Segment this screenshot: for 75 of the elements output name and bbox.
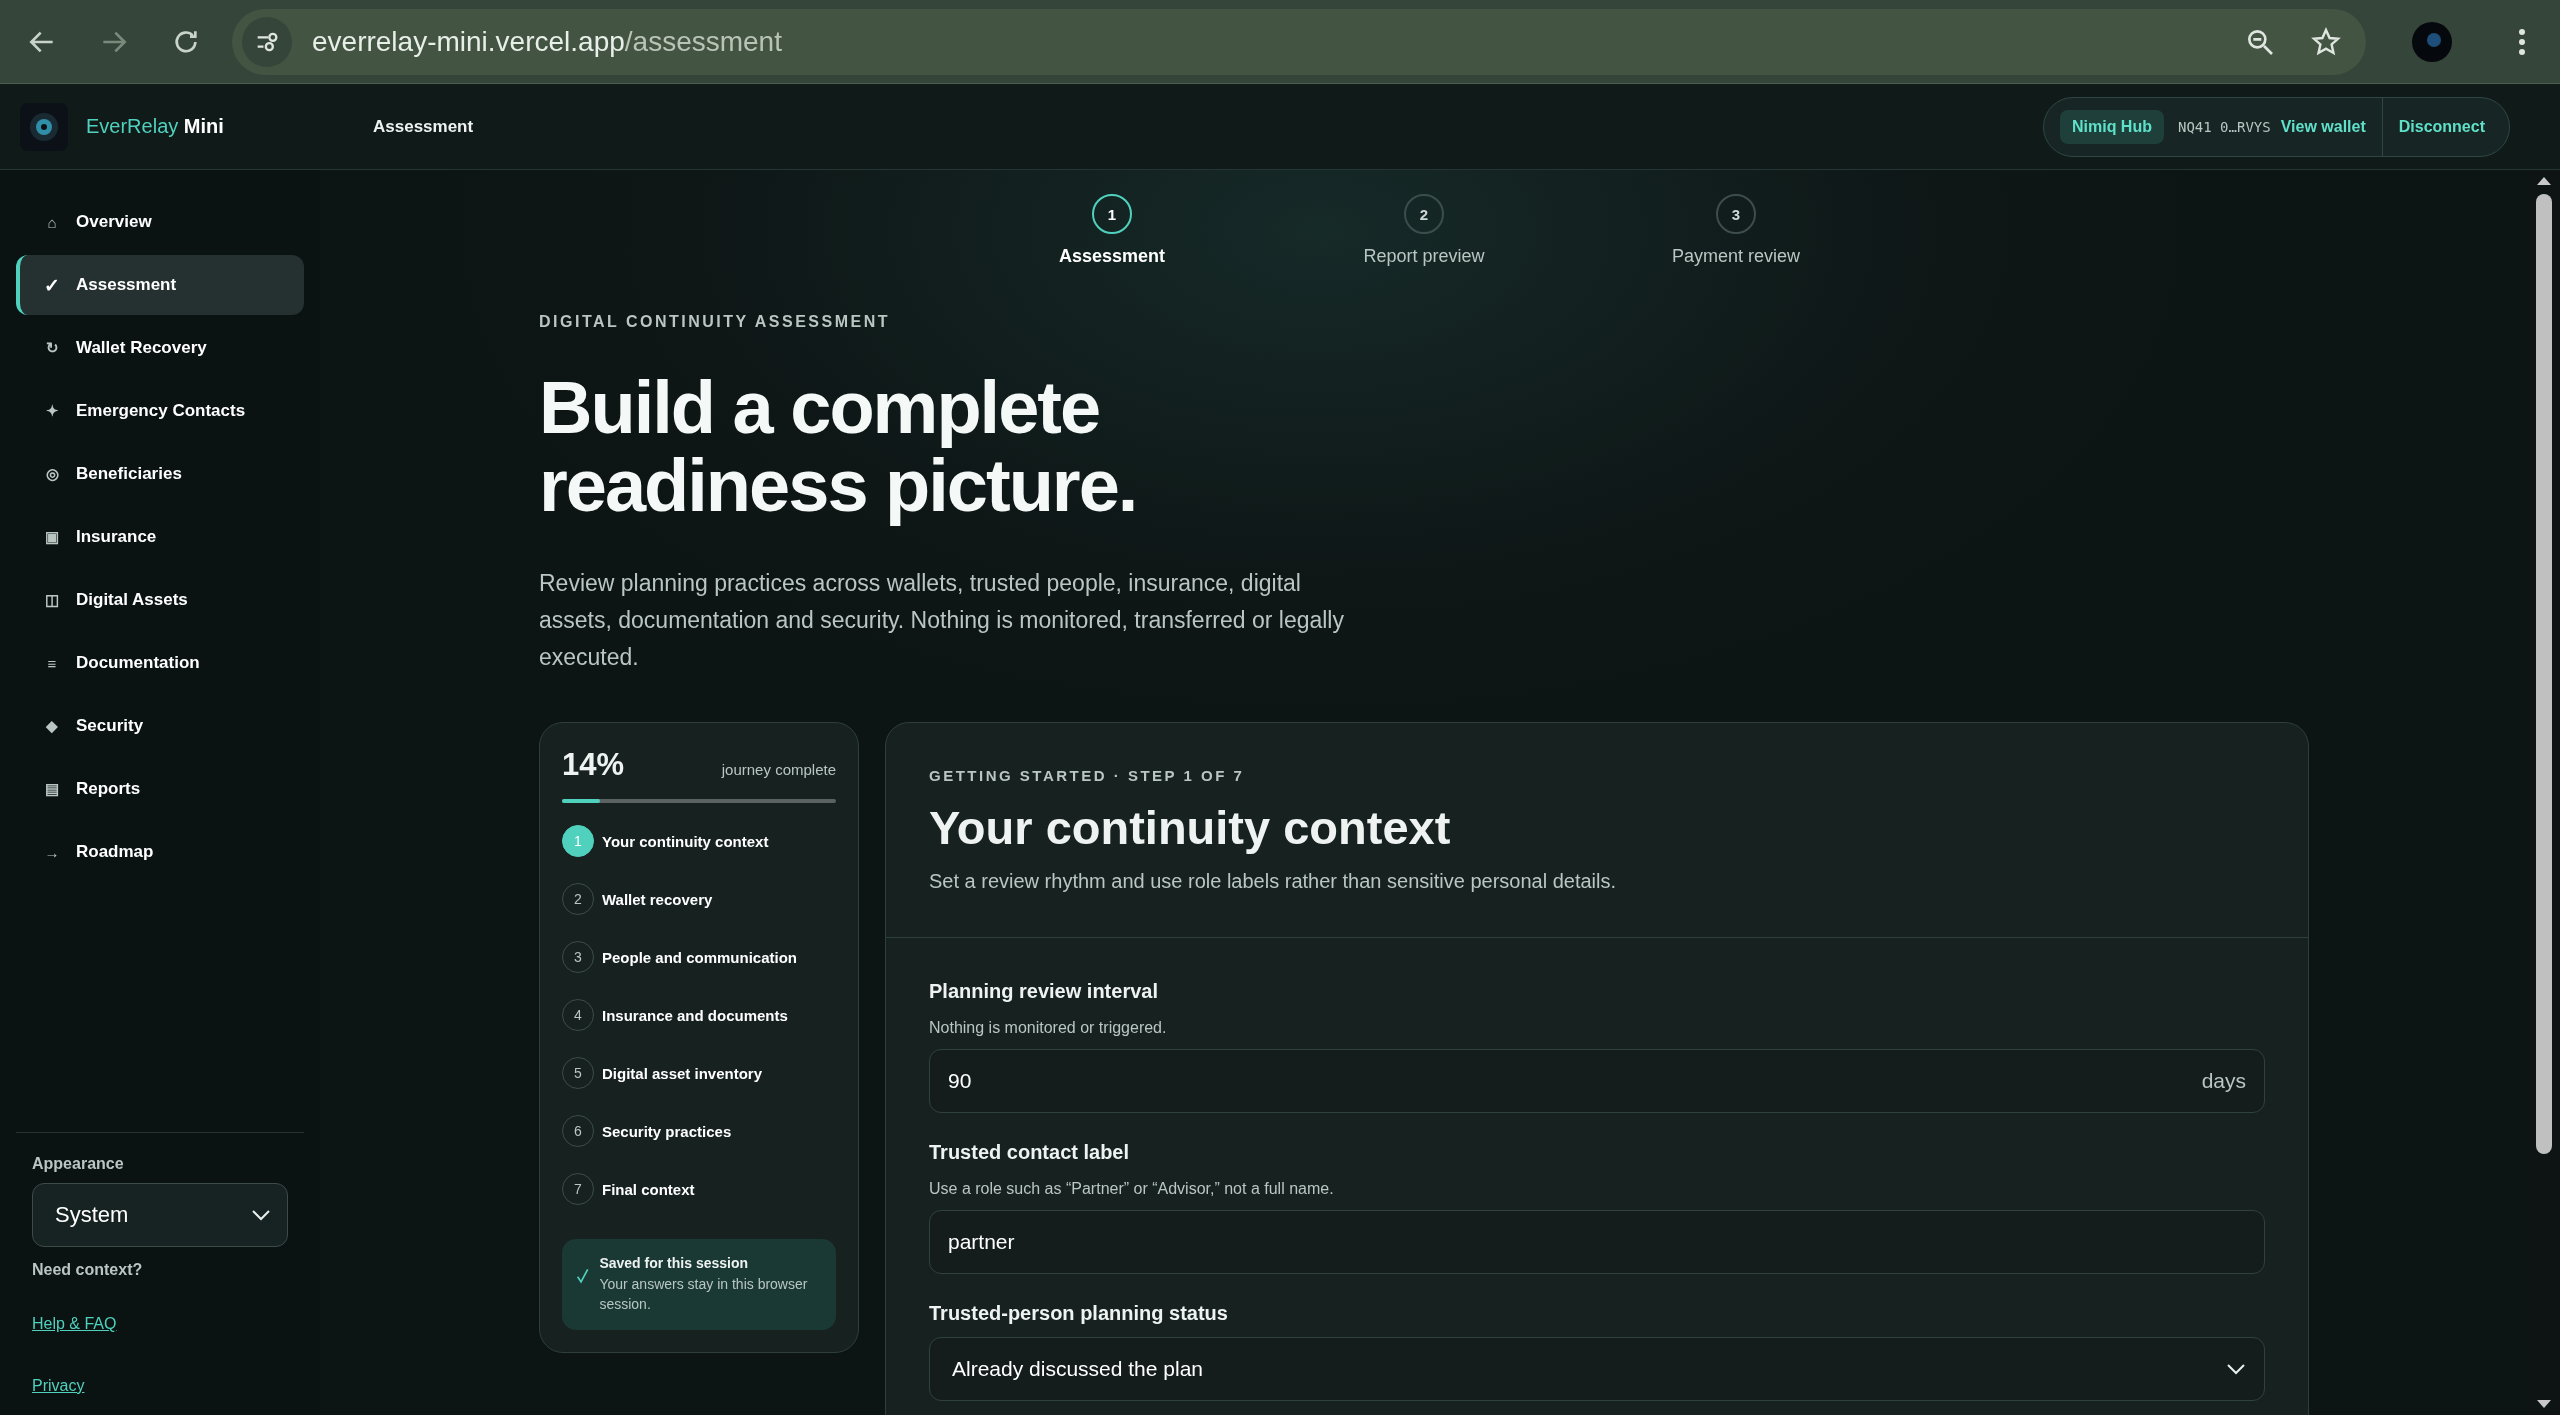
nav-icon: ▣ xyxy=(44,528,60,546)
provider-badge: Nimiq Hub xyxy=(2059,109,2164,144)
saved-text: Your answers stay in this browser session. xyxy=(599,1275,809,1314)
step-label[interactable]: Final context xyxy=(602,1180,695,1198)
field-hint: Use a role such as “Partner” or “Advisor,” not a full name. xyxy=(929,1180,1335,1198)
nav-item[interactable]: ⌂ Overview xyxy=(16,192,304,252)
nav-icon: ⌂ xyxy=(44,213,60,231)
nav-item[interactable]: ◆ Security xyxy=(16,696,304,756)
progress-caption: journey complete xyxy=(721,761,836,778)
step-number: 2 xyxy=(1404,194,1444,234)
nav-item[interactable]: → Roadmap xyxy=(16,822,304,882)
step-number: 1 xyxy=(562,825,594,857)
help-link[interactable]: Help & FAQ xyxy=(32,1315,117,1333)
step-label[interactable]: Report preview xyxy=(1363,246,1485,267)
nav-icon: ✓ xyxy=(44,273,60,297)
star-icon[interactable] xyxy=(2310,25,2342,58)
nav-item[interactable]: ◎ Beneficiaries xyxy=(16,444,304,504)
chevron-icon xyxy=(2226,1363,2246,1375)
address-bar[interactable]: everrelay-mini.vercel.app/assessment xyxy=(232,8,2366,75)
logo-icon[interactable] xyxy=(20,102,68,151)
nav-icon: ✦ xyxy=(44,402,60,420)
input-field[interactable]: partner xyxy=(929,1210,2265,1274)
field-label: Planning review interval xyxy=(929,980,1159,1003)
section-heading: Your continuity context xyxy=(929,800,1452,856)
menu-icon[interactable] xyxy=(2518,27,2526,56)
nav-item[interactable]: ✦ Emergency Contacts xyxy=(16,381,304,441)
nav-icon: ◎ xyxy=(44,465,60,483)
number-field[interactable]: 90 days xyxy=(929,1049,2265,1113)
scrollbar-thumb[interactable] xyxy=(2536,194,2552,1154)
step-label[interactable]: Assessment xyxy=(1058,246,1166,267)
nav-icon: ≡ xyxy=(44,654,60,672)
nav-icon: ↻ xyxy=(44,339,60,357)
nav-item[interactable]: ✓ Assessment xyxy=(16,255,304,315)
field-label: Trusted contact label xyxy=(929,1141,1131,1164)
appearance-label: Appearance xyxy=(32,1155,125,1173)
section-subtitle: Set a review rhythm and use role labels rather than sensitive personal details. xyxy=(929,870,1618,893)
nav-item[interactable]: ≡ Documentation xyxy=(16,633,304,693)
field-label: Trusted-person planning status xyxy=(929,1302,1229,1325)
step-number: 1 xyxy=(1092,194,1132,234)
privacy-link[interactable]: Privacy xyxy=(32,1377,85,1395)
nav-icon: → xyxy=(44,843,60,861)
scroll-down-icon[interactable] xyxy=(2536,1399,2552,1409)
unit-label: days xyxy=(2201,1069,2246,1093)
step-eyebrow: GETTING STARTED · STEP 1 OF 7 xyxy=(929,767,1246,784)
progress-percent: 14% xyxy=(562,747,625,783)
step-label[interactable]: Payment review xyxy=(1671,246,1801,267)
select-field[interactable]: Already discussed the plan xyxy=(929,1337,2265,1401)
theme-dropdown[interactable]: System xyxy=(32,1183,288,1247)
nav-icon: ◆ xyxy=(44,717,60,735)
wallet-address: NQ41 0…RVYS xyxy=(2177,118,2271,135)
nav-item[interactable]: ◫ Digital Assets xyxy=(16,570,304,630)
brand-name[interactable]: EverRelay Mini xyxy=(86,115,224,138)
hero-text: Review planning practices across wallets, trusted people, insurance, digital assets, documentation and security. Nothing is monitored, transferred or legally executed. xyxy=(539,569,1345,672)
step-label[interactable]: Digital asset inventory xyxy=(602,1064,763,1082)
chevron-icon xyxy=(251,1209,271,1221)
nav-icon: ▤ xyxy=(44,780,60,798)
hero-heading: Build a complete readiness picture. xyxy=(539,369,1138,525)
step-number: 3 xyxy=(1716,194,1756,234)
saved-title: Saved for this session xyxy=(599,1255,749,1271)
view-wallet-link[interactable]: View wallet xyxy=(2280,117,2366,136)
field-hint: Nothing is monitored or triggered. xyxy=(929,1019,1168,1037)
step-label[interactable]: Insurance and documents xyxy=(602,1006,788,1024)
scroll-up-icon[interactable] xyxy=(2536,176,2552,186)
step-label[interactable]: Wallet recovery xyxy=(602,890,713,908)
nav-icon: ◫ xyxy=(44,591,60,609)
nav-item[interactable]: ▤ Reports xyxy=(16,759,304,819)
disconnect-link[interactable]: Disconnect xyxy=(2398,117,2485,136)
nav-item[interactable]: ▣ Insurance xyxy=(16,507,304,567)
eyebrow-text: DIGITAL CONTINUITY ASSESSMENT xyxy=(539,313,892,331)
help-heading: Need context? xyxy=(32,1261,144,1279)
nav-item[interactable]: ↻ Wallet Recovery xyxy=(16,318,304,378)
step-label[interactable]: Security practices xyxy=(602,1122,732,1140)
step-label[interactable]: Your continuity context xyxy=(602,832,769,850)
step-label[interactable]: People and communication xyxy=(602,948,798,966)
page-title: Assessment xyxy=(373,116,474,137)
